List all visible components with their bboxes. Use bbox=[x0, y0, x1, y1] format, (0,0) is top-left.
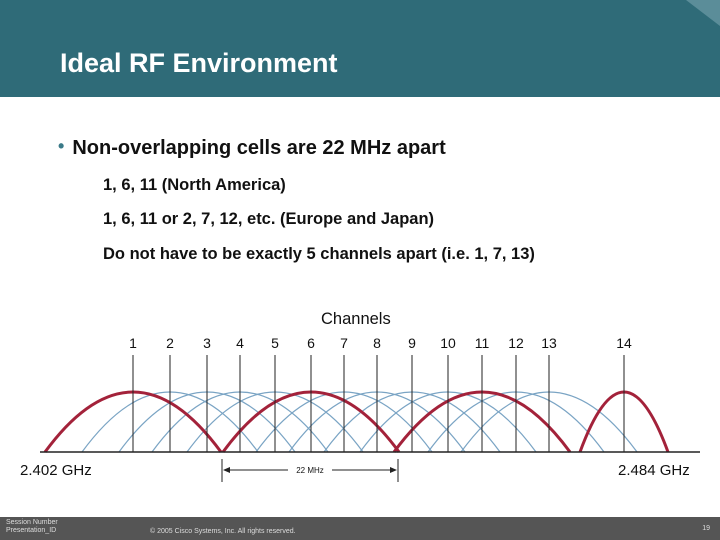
channel-11-label: 11 bbox=[475, 335, 490, 351]
channel-diagram: 1 2 3 4 5 6 7 8 9 10 11 12 13 14 22 MHz 2.402 GHz 2.4… bbox=[20, 335, 700, 482]
copyright: © 2005 Cisco Systems, Inc. All rights re… bbox=[150, 528, 296, 535]
channel-6-label: 6 bbox=[307, 335, 315, 351]
channel-1-label: 1 bbox=[129, 335, 137, 351]
channel-14-label: 14 bbox=[616, 335, 632, 351]
channel-3-label: 3 bbox=[203, 335, 211, 351]
session-number: Session Number bbox=[6, 519, 58, 526]
session-info: Session Number Presentation_ID bbox=[6, 519, 58, 535]
spacing-left-arrow-icon bbox=[223, 467, 230, 473]
page-number: 19 bbox=[702, 525, 710, 532]
channel-arcs bbox=[43, 390, 670, 453]
channel-9-label: 9 bbox=[408, 335, 416, 351]
presentation-id: Presentation_ID bbox=[6, 527, 57, 534]
spacing-label: 22 MHz bbox=[296, 466, 324, 475]
footer-bar bbox=[0, 517, 720, 540]
right-frequency-label: 2.484 GHz bbox=[618, 462, 690, 479]
channel-labels: 1 2 3 4 5 6 7 8 9 10 11 12 13 14 bbox=[129, 335, 632, 351]
channel-5-label: 5 bbox=[271, 335, 279, 351]
channel-4-label: 4 bbox=[236, 335, 244, 351]
channel-ticks bbox=[132, 355, 625, 452]
channel-2-label: 2 bbox=[166, 335, 174, 351]
channel-7-label: 7 bbox=[340, 335, 348, 351]
channel-13-label: 13 bbox=[541, 335, 557, 351]
spacing-right-arrow-icon bbox=[390, 467, 397, 473]
left-frequency-label: 2.402 GHz bbox=[20, 462, 92, 479]
channel-10-label: 10 bbox=[440, 335, 456, 351]
channel-8-label: 8 bbox=[373, 335, 381, 351]
channel-12-label: 12 bbox=[508, 335, 524, 351]
